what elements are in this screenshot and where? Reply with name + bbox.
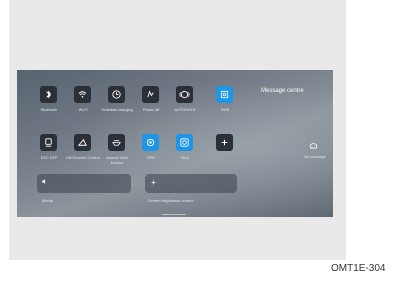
power-off-toggle[interactable] bbox=[142, 86, 159, 103]
screen-brightness-slider[interactable] bbox=[145, 174, 237, 193]
schedule-charging-label: Schedule charging bbox=[101, 108, 133, 112]
dms-label: DMS bbox=[220, 108, 230, 112]
hill-descent-label: Hill Descent Control bbox=[66, 156, 100, 160]
sun-icon bbox=[150, 179, 157, 186]
power-off-label: Power off bbox=[143, 108, 159, 112]
bluetooth-label: Bluetooth bbox=[40, 108, 58, 112]
epb-toggle[interactable] bbox=[142, 134, 159, 151]
wifi-toggle[interactable] bbox=[74, 86, 91, 103]
wifi-label: Wi-Fi bbox=[78, 108, 88, 112]
add-shortcut-button[interactable] bbox=[216, 134, 233, 151]
avm-icon bbox=[112, 140, 121, 146]
media-volume-slider[interactable] bbox=[37, 174, 131, 193]
power-off-icon bbox=[147, 90, 154, 98]
schedule-charging-toggle[interactable] bbox=[108, 86, 125, 103]
bluetooth-toggle[interactable] bbox=[40, 86, 57, 103]
no-message-text: No message bbox=[304, 155, 326, 159]
hill-descent-icon bbox=[77, 138, 87, 146]
wifi-icon bbox=[78, 91, 87, 98]
epb-icon bbox=[146, 138, 155, 147]
around-view-monitor-label: Around View Monitor bbox=[106, 156, 128, 165]
figure-code: OMT1E-304 bbox=[331, 263, 386, 274]
dms-icon bbox=[220, 90, 229, 99]
epb-label: EPB bbox=[147, 156, 155, 160]
autohold-toggle[interactable] bbox=[176, 86, 193, 103]
screen-brightness-label: Screen brightness control bbox=[148, 198, 194, 203]
message-centre-title: Message centre bbox=[261, 88, 304, 94]
home-indicator bbox=[162, 214, 186, 215]
speaker-icon bbox=[42, 179, 46, 184]
bluetooth-icon bbox=[46, 90, 51, 99]
autohold-icon bbox=[179, 90, 190, 99]
rla-icon bbox=[180, 138, 189, 147]
media-label: Media bbox=[42, 198, 53, 203]
hill-descent-toggle[interactable] bbox=[74, 134, 91, 151]
autohold-label: AUTOHOLD bbox=[174, 108, 196, 112]
control-panel-screen: Bluetooth Wi-Fi Schedule charging Power … bbox=[17, 70, 333, 217]
plus-icon bbox=[221, 139, 228, 146]
around-view-monitor-toggle[interactable] bbox=[108, 134, 125, 151]
esc-off-icon bbox=[45, 138, 52, 147]
esc-off-toggle[interactable] bbox=[40, 134, 57, 151]
esc-off-label: ESC OFF bbox=[40, 156, 58, 160]
rla-label: RLA bbox=[181, 156, 189, 160]
message-icon bbox=[310, 143, 317, 149]
clock-icon bbox=[112, 90, 121, 99]
rla-toggle[interactable] bbox=[176, 134, 193, 151]
dms-toggle[interactable] bbox=[216, 86, 233, 103]
